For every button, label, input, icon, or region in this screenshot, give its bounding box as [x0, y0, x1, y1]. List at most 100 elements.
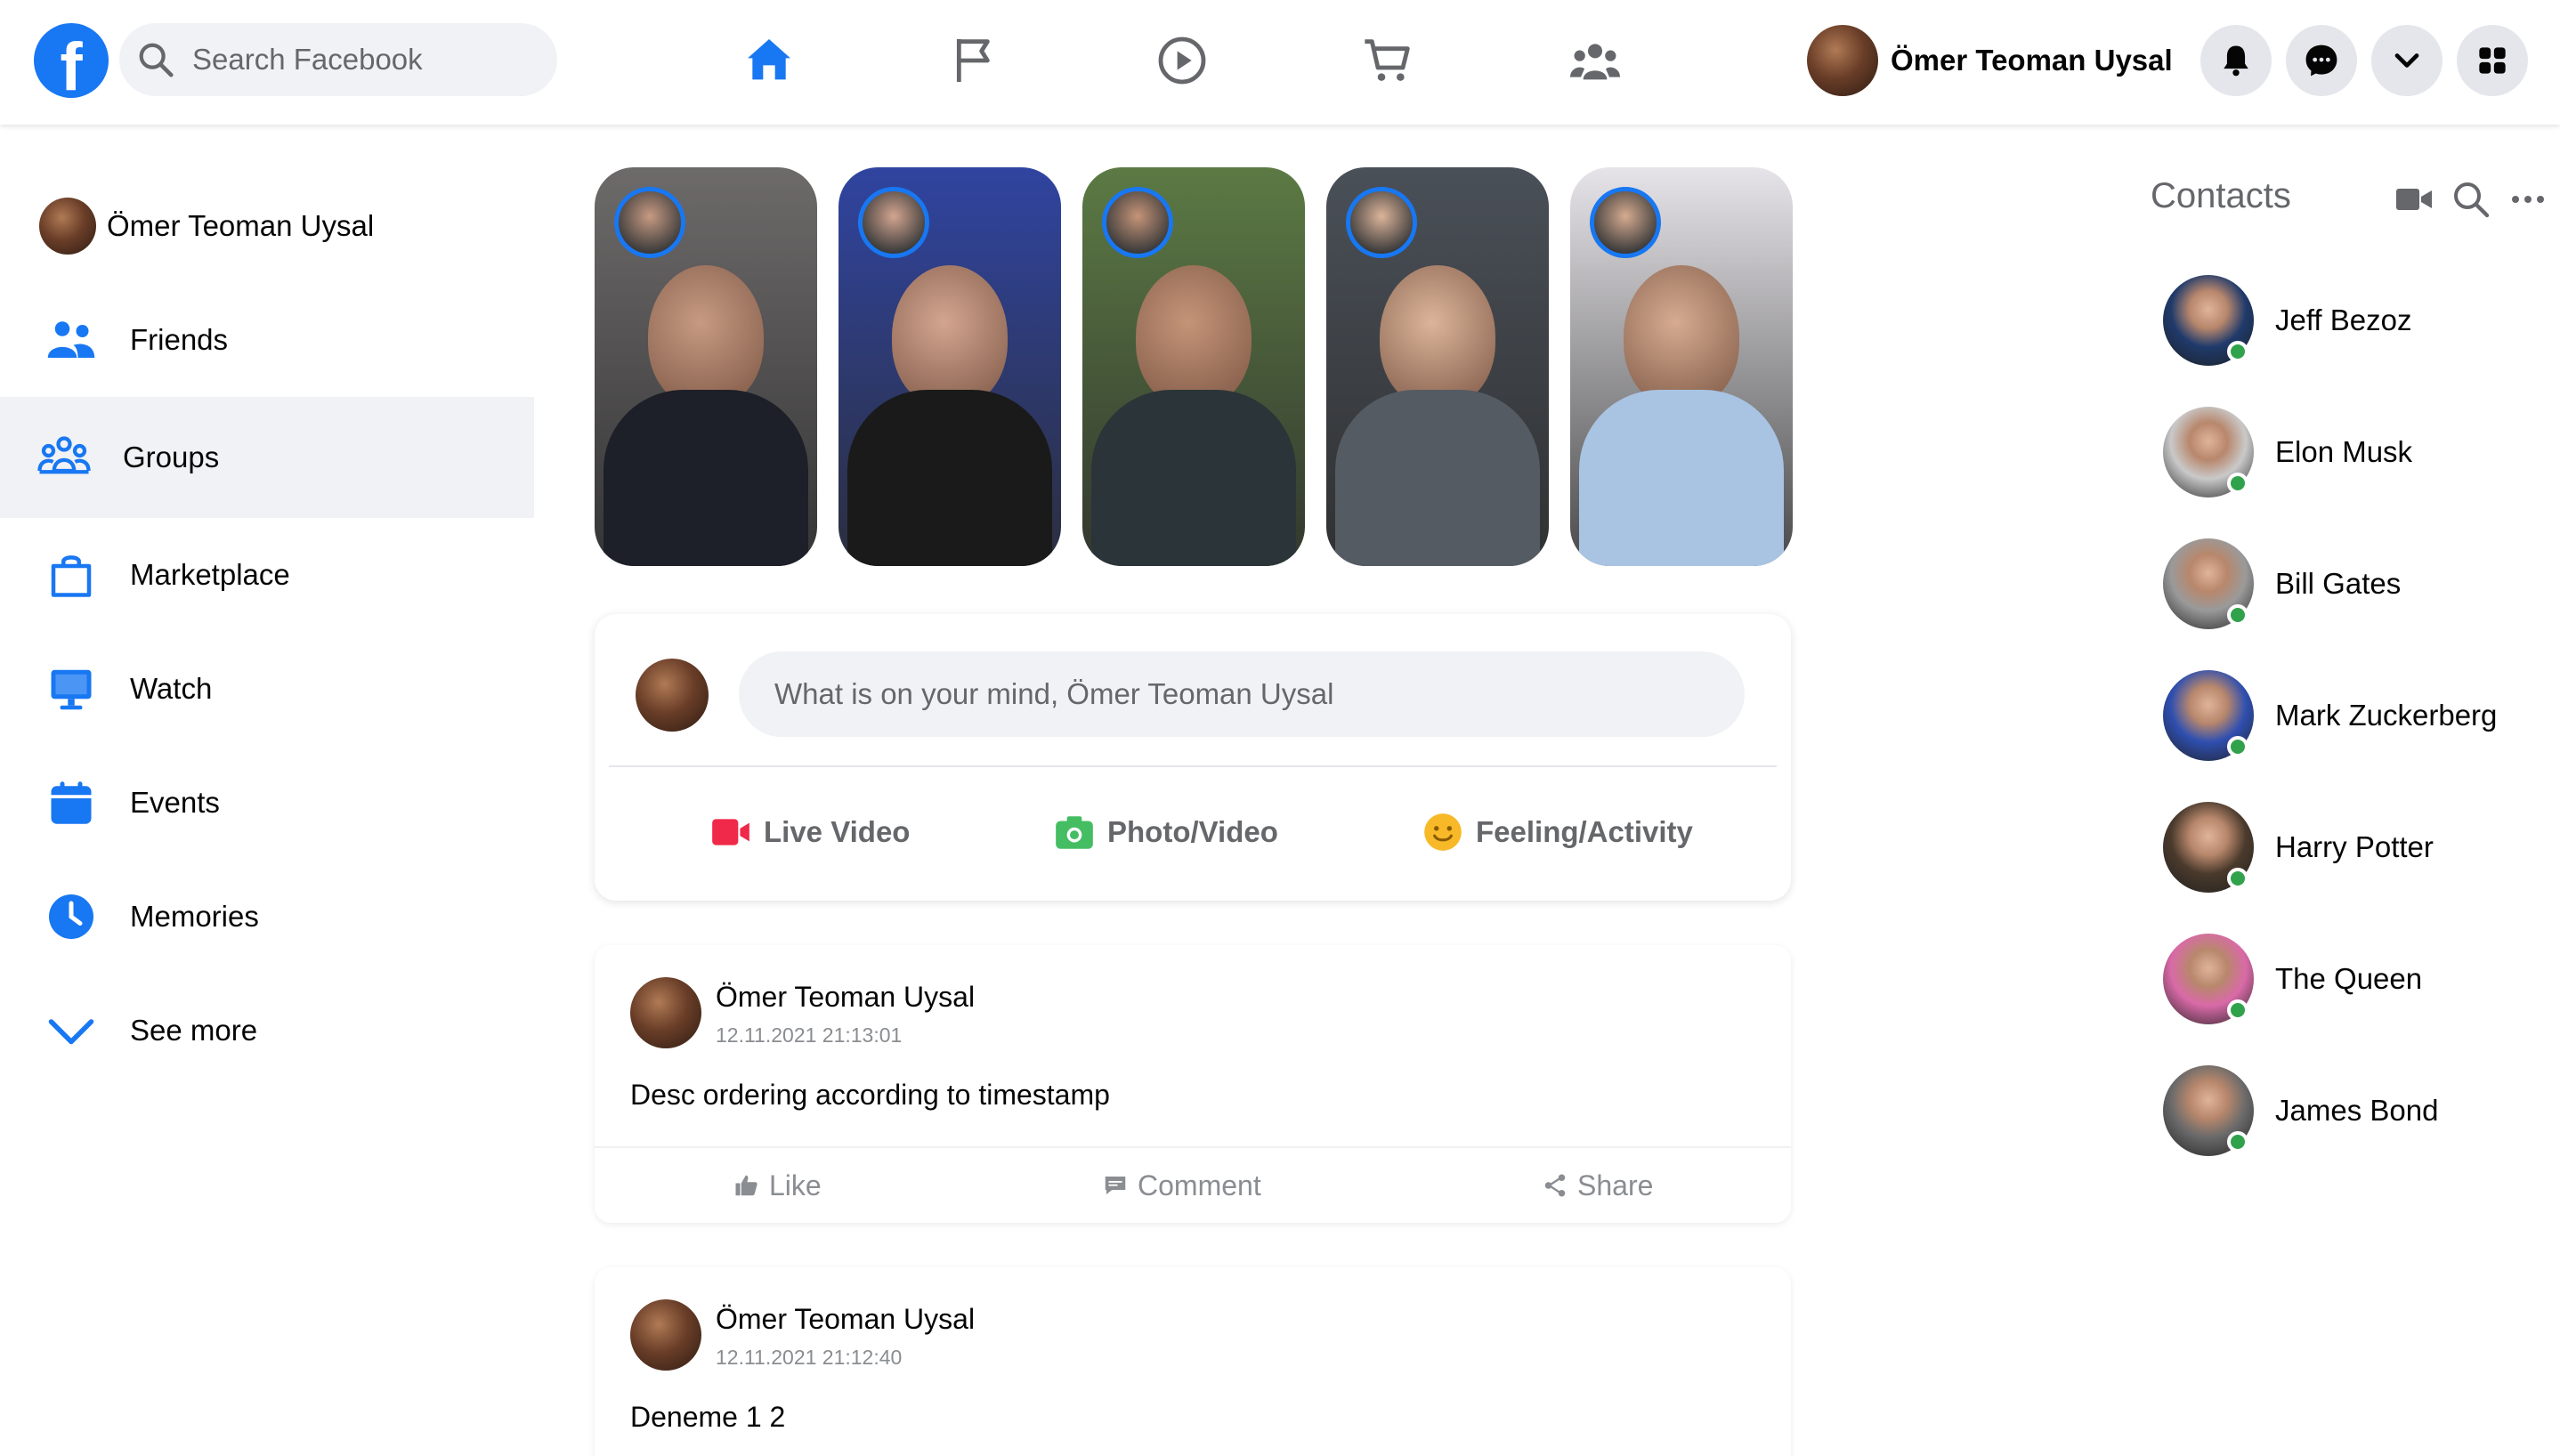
- more-options-icon[interactable]: [2507, 178, 2549, 221]
- contact-item[interactable]: Bill Gates: [2163, 538, 2401, 630]
- online-status-dot: [2227, 736, 2248, 757]
- sidebar-item-marketplace[interactable]: Marketplace: [0, 518, 534, 632]
- like-button[interactable]: Like: [733, 1162, 822, 1209]
- online-status-dot: [2227, 1131, 2248, 1153]
- contacts-title: Contacts: [2151, 176, 2291, 215]
- contact-name: Harry Potter: [2275, 830, 2434, 863]
- home-icon[interactable]: [741, 32, 798, 89]
- left-sidebar: Ömer Teoman Uysal Friends Groups Marketp…: [0, 169, 534, 1088]
- shopping-bag-icon: [39, 546, 103, 603]
- watch-play-icon[interactable]: [1154, 32, 1211, 89]
- contact-name: Mark Zuckerberg: [2275, 699, 2498, 732]
- sidebar-item-watch[interactable]: Watch: [0, 632, 534, 746]
- photo-video-label: Photo/Video: [1107, 815, 1278, 848]
- profile-name: Ömer Teoman Uysal: [1891, 44, 2173, 77]
- top-navbar: f Ömer Teoman Uysal: [0, 0, 2560, 125]
- post-author[interactable]: Ömer Teoman Uysal: [716, 1303, 975, 1336]
- story-card[interactable]: [1082, 167, 1305, 566]
- avatar[interactable]: [630, 977, 701, 1048]
- contact-item[interactable]: Harry Potter: [2163, 801, 2434, 894]
- share-label: Share: [1577, 1169, 1654, 1201]
- sidebar-item-groups[interactable]: Groups: [0, 397, 534, 518]
- messenger-icon[interactable]: [2286, 25, 2357, 96]
- story-author-avatar: [858, 187, 929, 258]
- feeling-activity-button[interactable]: Feeling/Activity: [1421, 803, 1693, 861]
- facebook-logo-icon[interactable]: f: [34, 23, 109, 98]
- post-text: Desc ordering according to timestamp: [630, 1079, 1110, 1111]
- video-call-icon[interactable]: [2393, 178, 2435, 221]
- comment-icon: [1105, 1177, 1126, 1194]
- like-label: Like: [769, 1169, 822, 1201]
- calendar-icon: [39, 774, 103, 831]
- menu-grid-icon[interactable]: [2457, 25, 2528, 96]
- search-input[interactable]: [192, 23, 539, 96]
- sidebar-item-profile[interactable]: Ömer Teoman Uysal: [0, 169, 534, 283]
- story-person-body: [1579, 390, 1784, 566]
- search-icon: [139, 43, 174, 77]
- feeling-activity-label: Feeling/Activity: [1476, 815, 1693, 848]
- sidebar-item-label: Memories: [130, 900, 259, 933]
- feeling-smiley-icon: [1424, 813, 1462, 851]
- live-video-button[interactable]: Live Video: [709, 803, 910, 861]
- avatar: [636, 659, 709, 732]
- avatar[interactable]: [630, 1299, 701, 1371]
- story-author-avatar: [1102, 187, 1173, 258]
- feed-post: Ömer Teoman Uysal 12.11.2021 21:13:01 De…: [595, 945, 1791, 1223]
- share-button[interactable]: Share: [1542, 1162, 1653, 1209]
- flag-icon[interactable]: [947, 32, 1004, 89]
- comment-label: Comment: [1138, 1169, 1261, 1201]
- contact-avatar: [2163, 670, 2254, 761]
- sidebar-item-label: Groups: [123, 441, 220, 473]
- contact-avatar: [2163, 538, 2254, 629]
- groups-icon: [32, 429, 96, 486]
- contact-avatar: [2163, 802, 2254, 893]
- like-thumb-icon: [735, 1175, 757, 1196]
- contact-name: Jeff Bezoz: [2275, 303, 2412, 336]
- whats-on-your-mind-input[interactable]: What is on your mind, Ömer Teoman Uysal: [739, 651, 1745, 737]
- story-person-face: [1136, 265, 1252, 408]
- story-person-face: [1624, 265, 1739, 408]
- story-author-avatar: [614, 187, 685, 258]
- contact-item[interactable]: James Bond: [2163, 1064, 2438, 1157]
- story-card[interactable]: [838, 167, 1061, 566]
- story-card[interactable]: [595, 167, 817, 566]
- sidebar-item-label: See more: [130, 1014, 258, 1047]
- story-card[interactable]: [1326, 167, 1549, 566]
- contact-item[interactable]: Elon Musk: [2163, 406, 2412, 498]
- marketplace-cart-icon[interactable]: [1360, 32, 1417, 89]
- post-composer: What is on your mind, Ömer Teoman Uysal …: [595, 614, 1791, 901]
- contact-avatar: [2163, 407, 2254, 497]
- sidebar-item-see-more[interactable]: See more: [0, 974, 534, 1088]
- groups-icon[interactable]: [1567, 32, 1624, 89]
- contact-item[interactable]: The Queen: [2163, 933, 2422, 1025]
- contact-item[interactable]: Mark Zuckerberg: [2163, 669, 2497, 762]
- sidebar-item-friends[interactable]: Friends: [0, 283, 534, 397]
- profile-chip[interactable]: Ömer Teoman Uysal: [1807, 23, 2173, 98]
- online-status-dot: [2227, 868, 2248, 889]
- contact-item[interactable]: Jeff Bezoz: [2163, 274, 2411, 367]
- account-chevron-down-icon[interactable]: [2371, 25, 2443, 96]
- story-person-face: [1380, 265, 1495, 408]
- story-person-face: [648, 265, 764, 408]
- contact-avatar: [2163, 275, 2254, 366]
- photo-video-button[interactable]: Photo/Video: [1052, 803, 1278, 861]
- story-card[interactable]: [1570, 167, 1793, 566]
- divider: [595, 1146, 1791, 1148]
- friends-icon: [39, 311, 103, 368]
- sidebar-item-memories[interactable]: Memories: [0, 860, 534, 974]
- share-icon: [1544, 1174, 1566, 1197]
- sidebar-item-events[interactable]: Events: [0, 746, 534, 860]
- notifications-bell-icon[interactable]: [2200, 25, 2272, 96]
- sidebar-item-label: Friends: [130, 323, 229, 356]
- comment-button[interactable]: Comment: [1102, 1162, 1261, 1209]
- avatar: [1807, 25, 1878, 96]
- story-person-body: [1335, 390, 1540, 566]
- live-video-label: Live Video: [764, 815, 911, 848]
- contact-name: Bill Gates: [2275, 567, 2402, 600]
- search-bar[interactable]: [119, 23, 557, 96]
- feed-post: Ömer Teoman Uysal 12.11.2021 21:12:40 De…: [595, 1267, 1791, 1456]
- contact-name: Elon Musk: [2275, 435, 2413, 468]
- post-author[interactable]: Ömer Teoman Uysal: [716, 981, 975, 1014]
- contact-name: The Queen: [2275, 962, 2423, 995]
- search-icon[interactable]: [2450, 178, 2492, 221]
